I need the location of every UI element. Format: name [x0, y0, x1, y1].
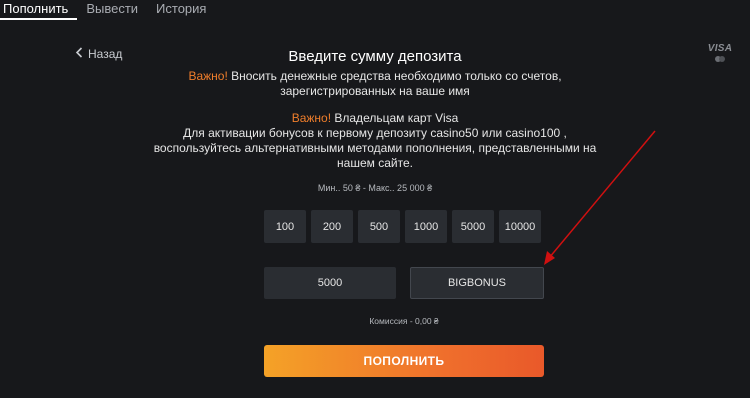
- notice-visa: Важно! Владельцам карт Visa Для активаци…: [150, 111, 600, 171]
- notice-visa-important: Важно!: [291, 111, 332, 125]
- notice-accounts: Важно! Вносить денежные средства необход…: [150, 69, 600, 99]
- commission-text: Комиссия - 0,00 ₴: [369, 316, 439, 326]
- tab-deposit[interactable]: Пополнить: [0, 0, 78, 20]
- amount-presets: 100 200 500 1000 5000 10000: [264, 210, 541, 243]
- tab-withdraw[interactable]: Вывести: [77, 0, 147, 20]
- notice-visa-line1: Владельцам карт Visa: [331, 111, 459, 125]
- tab-bar: Пополнить Вывести История: [0, 0, 215, 22]
- amount-preset-button[interactable]: 10000: [499, 210, 541, 243]
- page-title: Введите сумму депозита: [288, 48, 462, 65]
- notice-visa-line2: Для активации бонусов к первому депозиту…: [153, 126, 597, 170]
- amount-preset-button[interactable]: 500: [358, 210, 400, 243]
- amount-preset-button[interactable]: 1000: [405, 210, 447, 243]
- amount-preset-button[interactable]: 5000: [452, 210, 494, 243]
- amount-preset-button[interactable]: 100: [264, 210, 306, 243]
- tab-history[interactable]: История: [147, 0, 215, 20]
- notice-accounts-important: Важно!: [188, 69, 228, 83]
- deposit-limits: Мин.. 50 ₴ - Макс.. 25 000 ₴: [317, 183, 433, 193]
- promo-code-input[interactable]: BIGBONUS: [410, 267, 544, 299]
- notice-accounts-text: Вносить денежные средства необходимо тол…: [227, 69, 562, 98]
- amount-preset-button[interactable]: 200: [311, 210, 353, 243]
- deposit-submit-button[interactable]: ПОПОЛНИТЬ: [264, 345, 544, 377]
- amount-input[interactable]: 5000: [264, 267, 396, 299]
